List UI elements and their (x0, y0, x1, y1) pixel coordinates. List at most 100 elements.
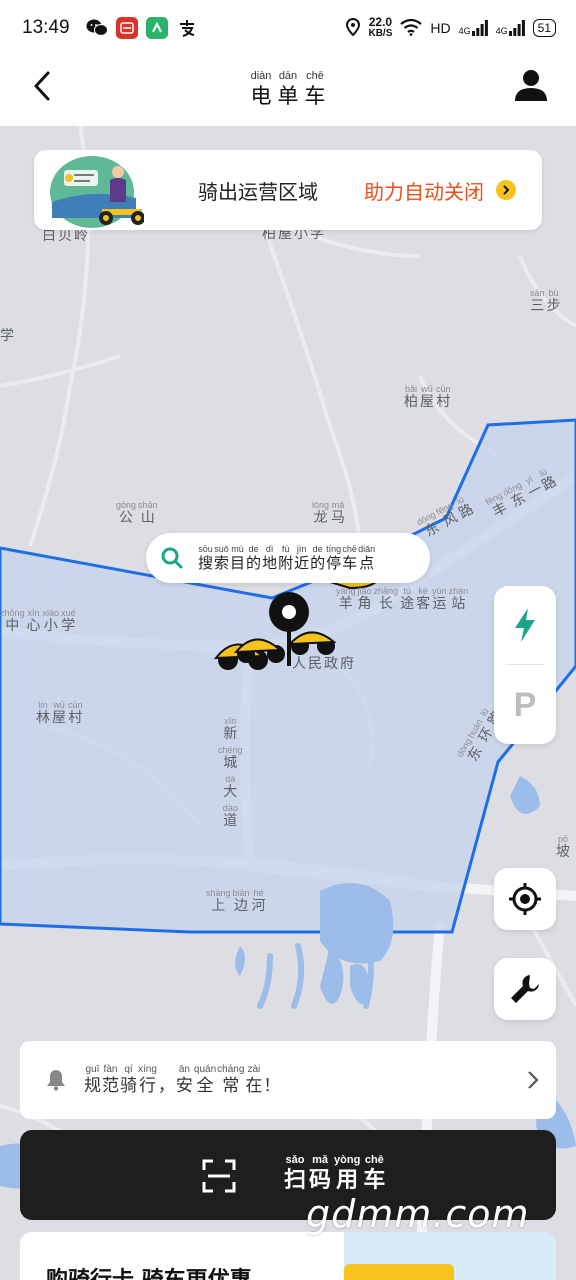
hanzi: 索 (214, 554, 230, 572)
chevron-right-icon (528, 1071, 539, 1089)
wrench-icon (511, 975, 539, 1003)
ruby-char: kè 客 (416, 586, 430, 613)
hanzi: 民 (308, 656, 322, 672)
hanzi: 坡 (556, 844, 570, 860)
search-placeholder: sōu 搜 suǒ 索 mù 目 de 的 dì 地 fù 附 jìn 近 de 的 tíng 停 chē 车 diǎn… (198, 544, 375, 572)
hanzi: 目 (230, 554, 246, 572)
pinyin: yùn (432, 586, 447, 596)
pinyin (346, 646, 349, 656)
pinyin: xué (61, 608, 76, 618)
hanzi: 角 (357, 596, 372, 612)
ruby-char: de 的 (310, 544, 325, 572)
promo-illustration (344, 1232, 556, 1280)
parking-icon: P (513, 685, 537, 724)
ruby-char: shān 山 (138, 500, 158, 527)
locate-me-button[interactable] (494, 868, 556, 930)
ruby-char: cūn 村 (68, 700, 83, 727)
hanzi: 长 (378, 596, 393, 612)
safety-notice[interactable]: guī 规 fàn 范 qí 骑 xíng 行 ， ān 安 quán 全 cháng 常 zài 在 ！ (20, 1041, 556, 1119)
ruby-char: chē 车 (305, 69, 326, 109)
pinyin: sǎo (285, 1154, 305, 1166)
ruby-char: quán 全 (194, 1064, 216, 1097)
ruby-char: jiǎo 角 (358, 586, 372, 613)
pinyin: shān (138, 500, 158, 510)
app-green-icon (145, 17, 168, 39)
pinyin: lín (38, 700, 48, 710)
pinyin: dào (222, 803, 238, 813)
pinyin: xiǎo (42, 608, 60, 618)
map-label-shangbianhe: shàng 上 biān 边 hé 河 (206, 888, 266, 915)
battery-indicator: 51 (532, 19, 556, 37)
banner-text-main: 骑出运营区域 (198, 180, 318, 204)
hanzi: 步 (546, 298, 561, 314)
pinyin: fàn (103, 1063, 118, 1075)
hanzi: 上 (211, 898, 226, 914)
hanzi: 的 (310, 554, 326, 572)
pinyin: xīn (224, 716, 237, 726)
ruby-char: diǎn 点 (358, 544, 375, 572)
hanzi: 车 (304, 84, 326, 108)
crosshair-icon (509, 883, 541, 915)
hanzi: 大 (223, 784, 238, 800)
ruby-char: chéng 城 (218, 745, 243, 772)
pinyin (298, 646, 301, 656)
pinyin: jiǎo (357, 586, 372, 596)
pinyin: zhàn (448, 586, 469, 596)
pinyin: suǒ (214, 544, 229, 554)
pinyin: cūn (68, 700, 83, 710)
side-divider (506, 664, 544, 665)
pinyin: mǎ (331, 500, 345, 510)
scan-icon (202, 1159, 236, 1193)
hanzi: 的 (246, 554, 262, 572)
pinyin: xíng (138, 1063, 157, 1075)
map-label-sanbu: sān 三 bù 步 (530, 288, 561, 315)
promo-text: 购骑行卡 骑车更优惠 (46, 1262, 252, 1280)
hanzi: 屋 (52, 710, 66, 726)
hanzi: 山 (140, 510, 155, 526)
pinyin: dà (225, 774, 236, 784)
pinyin: bù (548, 288, 559, 298)
hanzi: 府 (340, 656, 354, 672)
hanzi: 单 (277, 84, 299, 108)
hd-label: HD (430, 20, 451, 36)
profile-button[interactable] (512, 66, 550, 104)
ruby-char: mǎ 马 (331, 500, 345, 527)
ruby-char: bǎi 柏 (404, 384, 418, 411)
hanzi: 柏 (404, 394, 418, 410)
hanzi: 停 (326, 554, 342, 572)
hanzi: 学 (61, 618, 76, 634)
pinyin: bǎi (404, 384, 417, 394)
pinyin: cháng (217, 1063, 245, 1075)
signal-2: 4G (496, 20, 525, 36)
watermark: gdmm.com (306, 1192, 530, 1236)
hanzi: 边 (234, 898, 249, 914)
hanzi: 岭 (74, 228, 88, 244)
hanzi: 骑 (120, 1075, 137, 1096)
map-label-linwucun: lín 林 wū 屋 cūn 村 (36, 700, 83, 727)
parking-search-button[interactable]: sōu 搜 suǒ 索 mù 目 de 的 dì 地 fù 附 jìn 近 de 的 tíng 停 chē 车 diǎn… (146, 533, 430, 583)
map-label-po: pō 坡 (556, 834, 570, 861)
ruby-char: wū 屋 (420, 384, 434, 411)
pinyin: quán (193, 1063, 217, 1075)
chevron-right-icon (496, 180, 516, 200)
map-label-baiwucun: bǎi 柏 wū 屋 cūn 村 (404, 384, 451, 411)
ride-card-promo[interactable]: 购骑行卡 骑车更优惠 (20, 1232, 556, 1280)
map-label-zhongxin-school: zhōng 中 xīn 心 xiǎo 小 xué 学 (0, 608, 76, 635)
pinyin: lóng (312, 500, 330, 510)
ruby-char: xiǎo 小 (43, 608, 60, 635)
zone-warning-banner[interactable]: 骑出运营区域 助力自动关闭 (34, 150, 542, 230)
pinyin: chē (306, 70, 324, 82)
power-station-button[interactable] (494, 586, 556, 664)
parking-button[interactable]: P (494, 666, 556, 744)
ruby-char: lín 林 (36, 700, 50, 727)
pinyin (330, 646, 333, 656)
ruby-char: diàn 电 (251, 69, 272, 109)
hanzi: 道 (223, 813, 238, 829)
map-label-gongshan: gōng 公 shān 山 (116, 500, 158, 527)
report-issue-button[interactable] (494, 958, 556, 1020)
pinyin: diàn (250, 70, 272, 82)
ruby-char: hé 河 (252, 888, 266, 915)
ruby-char: zài 在 (245, 1064, 262, 1097)
net-speed: 22.0 KB/S (368, 15, 393, 39)
ruby-char: ！ (263, 1064, 280, 1097)
